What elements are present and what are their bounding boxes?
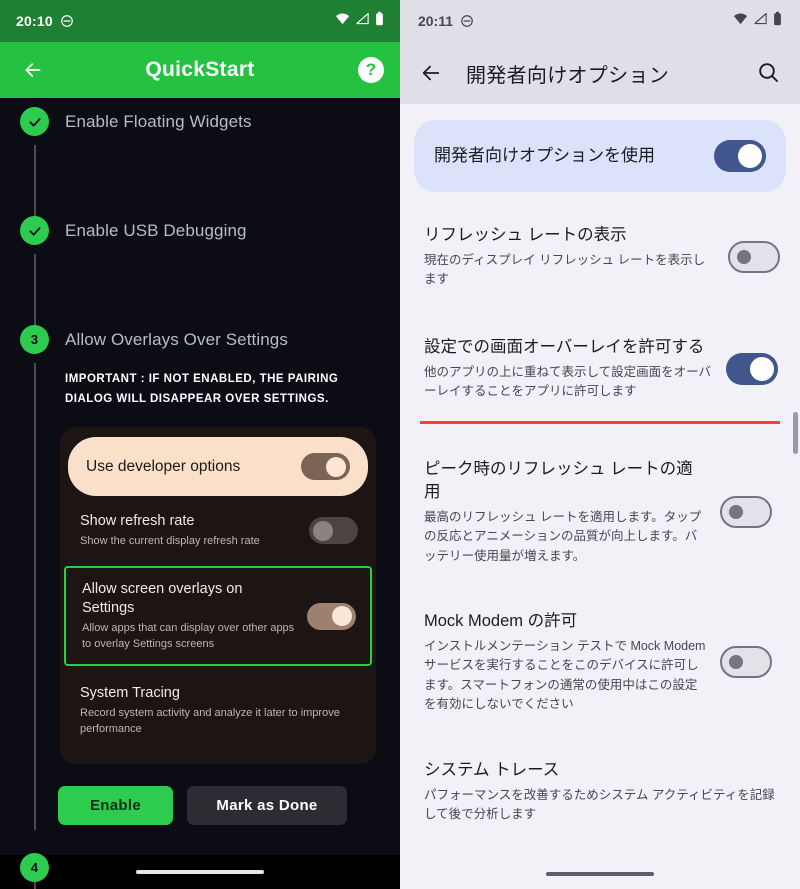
step-action-buttons: Enable Mark as Done <box>58 786 400 826</box>
row-title: 開発者向けオプションを使用 <box>434 145 655 165</box>
preview-show-refresh-rate-row[interactable]: Show refresh rate Show the current displ… <box>60 496 376 564</box>
step-label: Enable Floating Widgets <box>65 112 252 131</box>
step-number-badge: 4 <box>20 853 49 883</box>
allow-mock-modem-row[interactable]: Mock Modem の許可 インストルメンテーション テストで Mock Mo… <box>400 592 800 731</box>
row-title: リフレッシュ レートの表示 <box>424 226 627 244</box>
use-developer-options-row[interactable]: 開発者向けオプションを使用 <box>414 120 786 192</box>
preview-row-title: Use developer options <box>86 457 241 475</box>
preview-toggle-show-refresh-rate[interactable] <box>309 517 358 545</box>
toggle-allow-mock-modem[interactable] <box>720 646 772 679</box>
row-title: Mock Modem の許可 <box>424 612 578 630</box>
step-label: Enable USB Debugging <box>65 221 247 240</box>
toggle-use-developer-options[interactable] <box>714 140 766 172</box>
row-subtitle: 最高のリフレッシュ レートを適用します。タップの反応とアニメーションの品質が向上… <box>424 509 702 563</box>
dnd-icon <box>460 14 474 28</box>
row-subtitle: パフォーマンスを改善するためシステム アクティビティを記録して後で分析します <box>424 787 775 822</box>
row-title: システム トレース <box>424 760 560 779</box>
toggle-allow-screen-overlays[interactable] <box>726 352 778 385</box>
signal-icon <box>753 12 768 30</box>
left-status-bar: 20:10 <box>0 0 400 42</box>
row-subtitle: 現在のディスプレイ リフレッシュ レートを表示します <box>424 253 706 287</box>
left-app-bar: QuickStart ? <box>0 42 400 98</box>
enable-button[interactable]: Enable <box>58 786 173 826</box>
status-clock: 20:10 <box>16 13 53 29</box>
row-subtitle: 他のアプリの上に重ねて表示して設定画面をオーバーレイすることをアプリに許可します <box>424 364 712 399</box>
row-title: 設定での画面オーバーレイを許可する <box>424 337 705 356</box>
preview-row-title: Allow screen overlays on Settings <box>82 580 243 616</box>
preview-row-title: System Tracing <box>80 685 180 702</box>
search-icon[interactable] <box>756 60 782 86</box>
preview-row-subtitle: Record system activity and analyze it la… <box>80 707 340 736</box>
dual-screenshot: 20:10 QuickStart ? Enable Floating Widge… <box>0 0 800 889</box>
home-gesture-pill[interactable] <box>546 872 654 876</box>
quickstart-screen: 20:10 QuickStart ? Enable Floating Widge… <box>0 0 400 889</box>
step-done-icon <box>20 107 49 136</box>
step-label: Allow Overlays Over Settings <box>65 330 288 349</box>
scrollbar-thumb[interactable] <box>793 412 798 454</box>
signal-icon <box>355 12 370 30</box>
home-gesture-pill[interactable] <box>136 870 264 874</box>
status-icons <box>335 11 384 31</box>
page-title: 開発者向けオプション <box>466 64 669 87</box>
battery-icon <box>773 11 782 31</box>
status-clock: 20:11 <box>418 13 454 29</box>
page-title: QuickStart <box>145 58 255 81</box>
step-number-badge: 3 <box>20 325 49 354</box>
red-highlight-underline <box>420 420 780 424</box>
toggle-force-peak-refresh-rate[interactable] <box>720 495 772 528</box>
status-icons <box>733 11 782 31</box>
system-tracing-row[interactable]: システム トレース パフォーマンスを改善するためシステム アクティビティを記録し… <box>400 741 800 841</box>
preview-use-developer-options-row[interactable]: Use developer options <box>68 437 368 497</box>
developer-options-screen: 20:11 開発者向けオプション 開発者向けオプションを使用 リフレッシュ レー… <box>400 0 800 889</box>
preview-system-tracing-row[interactable]: System Tracing Record system activity an… <box>60 668 376 752</box>
back-arrow-icon[interactable] <box>16 53 50 87</box>
show-refresh-rate-row[interactable]: リフレッシュ レートの表示 現在のディスプレイ リフレッシュ レートを表示します <box>400 206 800 306</box>
step-item-2[interactable]: Enable USB Debugging <box>0 216 400 245</box>
allow-screen-overlays-row[interactable]: 設定での画面オーバーレイを許可する 他のアプリの上に重ねて表示して設定画面をオー… <box>400 318 800 424</box>
preview-allow-screen-overlays-row[interactable]: Allow screen overlays on Settings Allow … <box>64 565 372 667</box>
help-icon[interactable]: ? <box>358 57 384 83</box>
left-nav-bar <box>0 855 400 889</box>
quickstart-steps-list: Enable Floating Widgets Enable USB Debug… <box>0 107 400 889</box>
timeline-connector <box>34 363 36 830</box>
developer-options-list: 開発者向けオプションを使用 リフレッシュ レートの表示 現在のディスプレイ リフ… <box>400 120 800 889</box>
step-item-3[interactable]: 3 Allow Overlays Over Settings <box>0 325 400 354</box>
right-app-bar: 開発者向けオプション <box>400 42 800 104</box>
step-item-1[interactable]: Enable Floating Widgets <box>0 107 400 136</box>
important-note: IMPORTANT : IF NOT ENABLED, THE PAIRING … <box>65 373 339 405</box>
toggle-show-refresh-rate[interactable] <box>728 240 780 273</box>
wifi-icon <box>733 12 748 30</box>
dnd-icon <box>60 14 74 28</box>
timeline-connector <box>34 145 36 224</box>
row-subtitle: インストルメンテーション テストで Mock Modem サービスを実行すること… <box>424 639 706 712</box>
battery-icon <box>375 11 384 31</box>
force-peak-refresh-rate-row[interactable]: ピーク時のリフレッシュ レートの適用 最高のリフレッシュ レートを適用します。タ… <box>400 440 800 582</box>
preview-row-title: Show refresh rate <box>80 513 195 530</box>
step-done-icon <box>20 216 49 245</box>
right-nav-bar <box>400 859 800 889</box>
settings-preview-card: Use developer options Show refresh rate … <box>60 427 376 765</box>
back-arrow-icon[interactable] <box>418 60 444 86</box>
right-status-bar: 20:11 <box>400 0 800 42</box>
preview-row-subtitle: Show the current display refresh rate <box>80 534 260 547</box>
preview-toggle-allow-screen-overlays[interactable] <box>307 602 356 630</box>
timeline-connector <box>34 254 36 333</box>
mark-as-done-button[interactable]: Mark as Done <box>187 786 347 826</box>
preview-row-subtitle: Allow apps that can display over other a… <box>82 621 295 650</box>
row-title: ピーク時のリフレッシュ レートの適用 <box>424 459 693 501</box>
preview-toggle-developer-options[interactable] <box>301 453 350 481</box>
wifi-icon <box>335 12 350 30</box>
